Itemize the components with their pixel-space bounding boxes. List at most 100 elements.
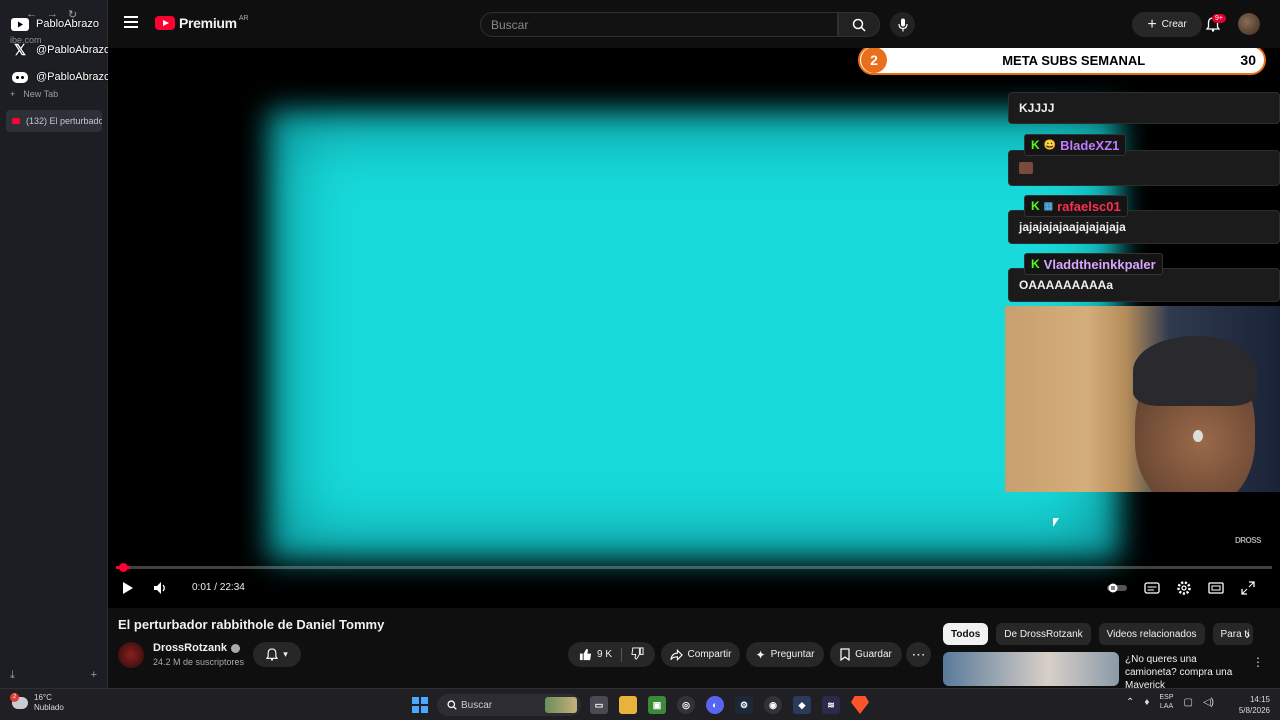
search-input[interactable]: Buscar <box>480 12 838 37</box>
channel-watermark[interactable]: DROSS <box>1235 536 1261 545</box>
earphone <box>1193 430 1203 442</box>
channel-avatar[interactable] <box>118 642 144 668</box>
related-video-menu-icon[interactable]: ⋮ <box>1252 655 1264 669</box>
settings-button[interactable] <box>1173 578 1195 598</box>
chat-username: rafaelsc01 <box>1057 198 1121 214</box>
play-icon <box>123 582 133 594</box>
sparkle-icon: ✦ <box>755 647 766 662</box>
windows-start-icon[interactable] <box>412 697 428 713</box>
save-button[interactable]: Guardar <box>830 642 902 667</box>
more-actions-button[interactable]: ⋯ <box>906 642 931 667</box>
microphone-icon[interactable]: ♦ <box>1144 697 1149 708</box>
goal-label: META SUBS SEMANAL <box>1002 52 1146 68</box>
overlay-youtube-handle: PabloAbrazo <box>36 18 99 30</box>
like-button[interactable]: 9 K <box>579 648 612 661</box>
more-icon: ⋯ <box>911 646 926 662</box>
progress-bar[interactable] <box>116 563 1272 572</box>
new-tab-button[interactable]: + New Tab <box>10 89 58 99</box>
menu-icon[interactable] <box>124 16 138 31</box>
taskbar-search-label: Buscar <box>461 699 493 711</box>
verified-icon <box>230 643 240 653</box>
system-tray: ⌃ ♦ ESP LAA ▢ ◁) <box>1126 693 1214 711</box>
emoji-icon: 😀 <box>1043 139 1057 151</box>
related-video-thumbnail[interactable] <box>943 652 1119 686</box>
chevron-up-icon[interactable]: ⌃ <box>1126 697 1134 708</box>
browser-tab-active[interactable]: (132) El perturbado <box>6 110 102 132</box>
search-icon <box>852 18 866 32</box>
theater-mode-button[interactable] <box>1205 578 1227 598</box>
search-button[interactable] <box>838 12 880 37</box>
mouse-cursor-icon <box>1053 518 1059 527</box>
autoplay-toggle[interactable] <box>1106 578 1128 598</box>
taskbar: 2 16°C Nublado Buscar ▭ ▣ ◎ ◐ ⚙ ◉ ◆ ≋ ⌃ … <box>0 688 1280 720</box>
subscription-bell-button[interactable]: ▾ <box>253 642 301 667</box>
fullscreen-button[interactable] <box>1237 578 1259 598</box>
video-player[interactable]: 2 META SUBS SEMANAL 30 KJJJJ K 😀 BladeXZ… <box>108 48 1280 608</box>
clock[interactable]: 14:15 5/8/2026 <box>1236 694 1270 716</box>
clock-time: 14:15 <box>1249 695 1270 704</box>
add-icon[interactable]: + <box>91 669 97 682</box>
editor-icon[interactable]: ≋ <box>822 696 840 714</box>
cloud-icon: 2 <box>10 693 28 709</box>
file-explorer-icon[interactable] <box>619 696 637 714</box>
like-dislike-group: 9 K <box>568 642 655 667</box>
create-label: Crear <box>1161 19 1187 30</box>
scrubber-handle[interactable] <box>119 563 128 572</box>
youtube-icon <box>10 16 30 32</box>
steam-icon[interactable]: ⚙ <box>735 696 753 714</box>
taskbar-apps: ▭ ▣ ◎ ◐ ⚙ ◉ ◆ ≋ <box>590 696 869 714</box>
chip-channel[interactable]: De DrossRotzank <box>996 623 1091 645</box>
kick-icon: K <box>1031 138 1040 152</box>
voice-search-button[interactable] <box>890 12 915 37</box>
chips-next-button[interactable]: › <box>1238 623 1258 645</box>
app-icon[interactable]: ◆ <box>793 696 811 714</box>
channel-name-link[interactable]: DrossRotzank <box>153 642 240 654</box>
share-button[interactable]: Compartir <box>661 642 740 667</box>
new-tab-label: New Tab <box>23 89 59 99</box>
related-video-title[interactable]: ¿No queres una camioneta? compra una Mav… <box>1125 653 1243 692</box>
chevron-down-icon: ▾ <box>283 649 288 659</box>
play-button[interactable] <box>117 578 139 598</box>
store-app-icon[interactable]: ▣ <box>648 696 666 714</box>
chat-text: KJJJJ <box>1019 101 1055 115</box>
goal-target: 30 <box>1240 52 1256 68</box>
youtube-premium-logo[interactable]: Premium AR <box>155 15 249 31</box>
subtitles-button[interactable] <box>1141 578 1163 598</box>
share-label: Compartir <box>687 649 732 660</box>
language-indicator[interactable]: ESP LAA <box>1160 693 1174 711</box>
logo-text: Premium <box>179 15 237 31</box>
volume-button[interactable] <box>150 578 172 598</box>
volume-icon <box>154 582 165 594</box>
dislike-button[interactable] <box>631 646 644 663</box>
brave-browser-icon[interactable] <box>851 696 869 714</box>
download-icon[interactable]: ⤓ <box>10 669 15 682</box>
overlay-discord: @PabloAbrazo_ <box>10 69 116 85</box>
gear-icon <box>1177 581 1191 595</box>
chat-username: BladeXZ1 <box>1060 137 1120 153</box>
create-button[interactable]: + Crear <box>1132 12 1202 37</box>
task-view-icon[interactable]: ▭ <box>590 696 608 714</box>
volume-icon[interactable]: ◁) <box>1203 697 1214 708</box>
ask-button[interactable]: ✦ Preguntar <box>746 642 824 667</box>
like-count: 9 K <box>596 649 612 660</box>
subtitles-icon <box>1144 582 1160 594</box>
weather-temp: 16°C <box>34 693 52 702</box>
discord-icon <box>10 69 30 85</box>
microphone-icon <box>897 18 908 31</box>
time-current: 0:01 <box>192 582 212 593</box>
chip-related[interactable]: Videos relacionados <box>1098 623 1205 645</box>
chat-username-badge: K Vladdtheinkkpaler <box>1024 253 1163 275</box>
kick-icon: K <box>1031 257 1040 271</box>
screen: ← → ↻ ibe.com + New Tab (132) El perturb… <box>0 0 1280 720</box>
chip-todos[interactable]: Todos <box>943 623 989 645</box>
country-code: AR <box>238 15 249 22</box>
discord-app-icon[interactable]: ◐ <box>706 696 724 714</box>
network-icon[interactable]: ▢ <box>1184 697 1193 708</box>
weather-widget[interactable]: 2 16°C Nublado <box>10 693 64 713</box>
app-icon[interactable]: ◎ <box>677 696 695 714</box>
badge-icon: ▦ <box>1043 200 1054 212</box>
account-avatar[interactable] <box>1238 13 1260 35</box>
weather-desc: Nublado <box>34 703 64 712</box>
obs-icon[interactable]: ◉ <box>764 696 782 714</box>
taskbar-search[interactable]: Buscar <box>437 694 581 716</box>
